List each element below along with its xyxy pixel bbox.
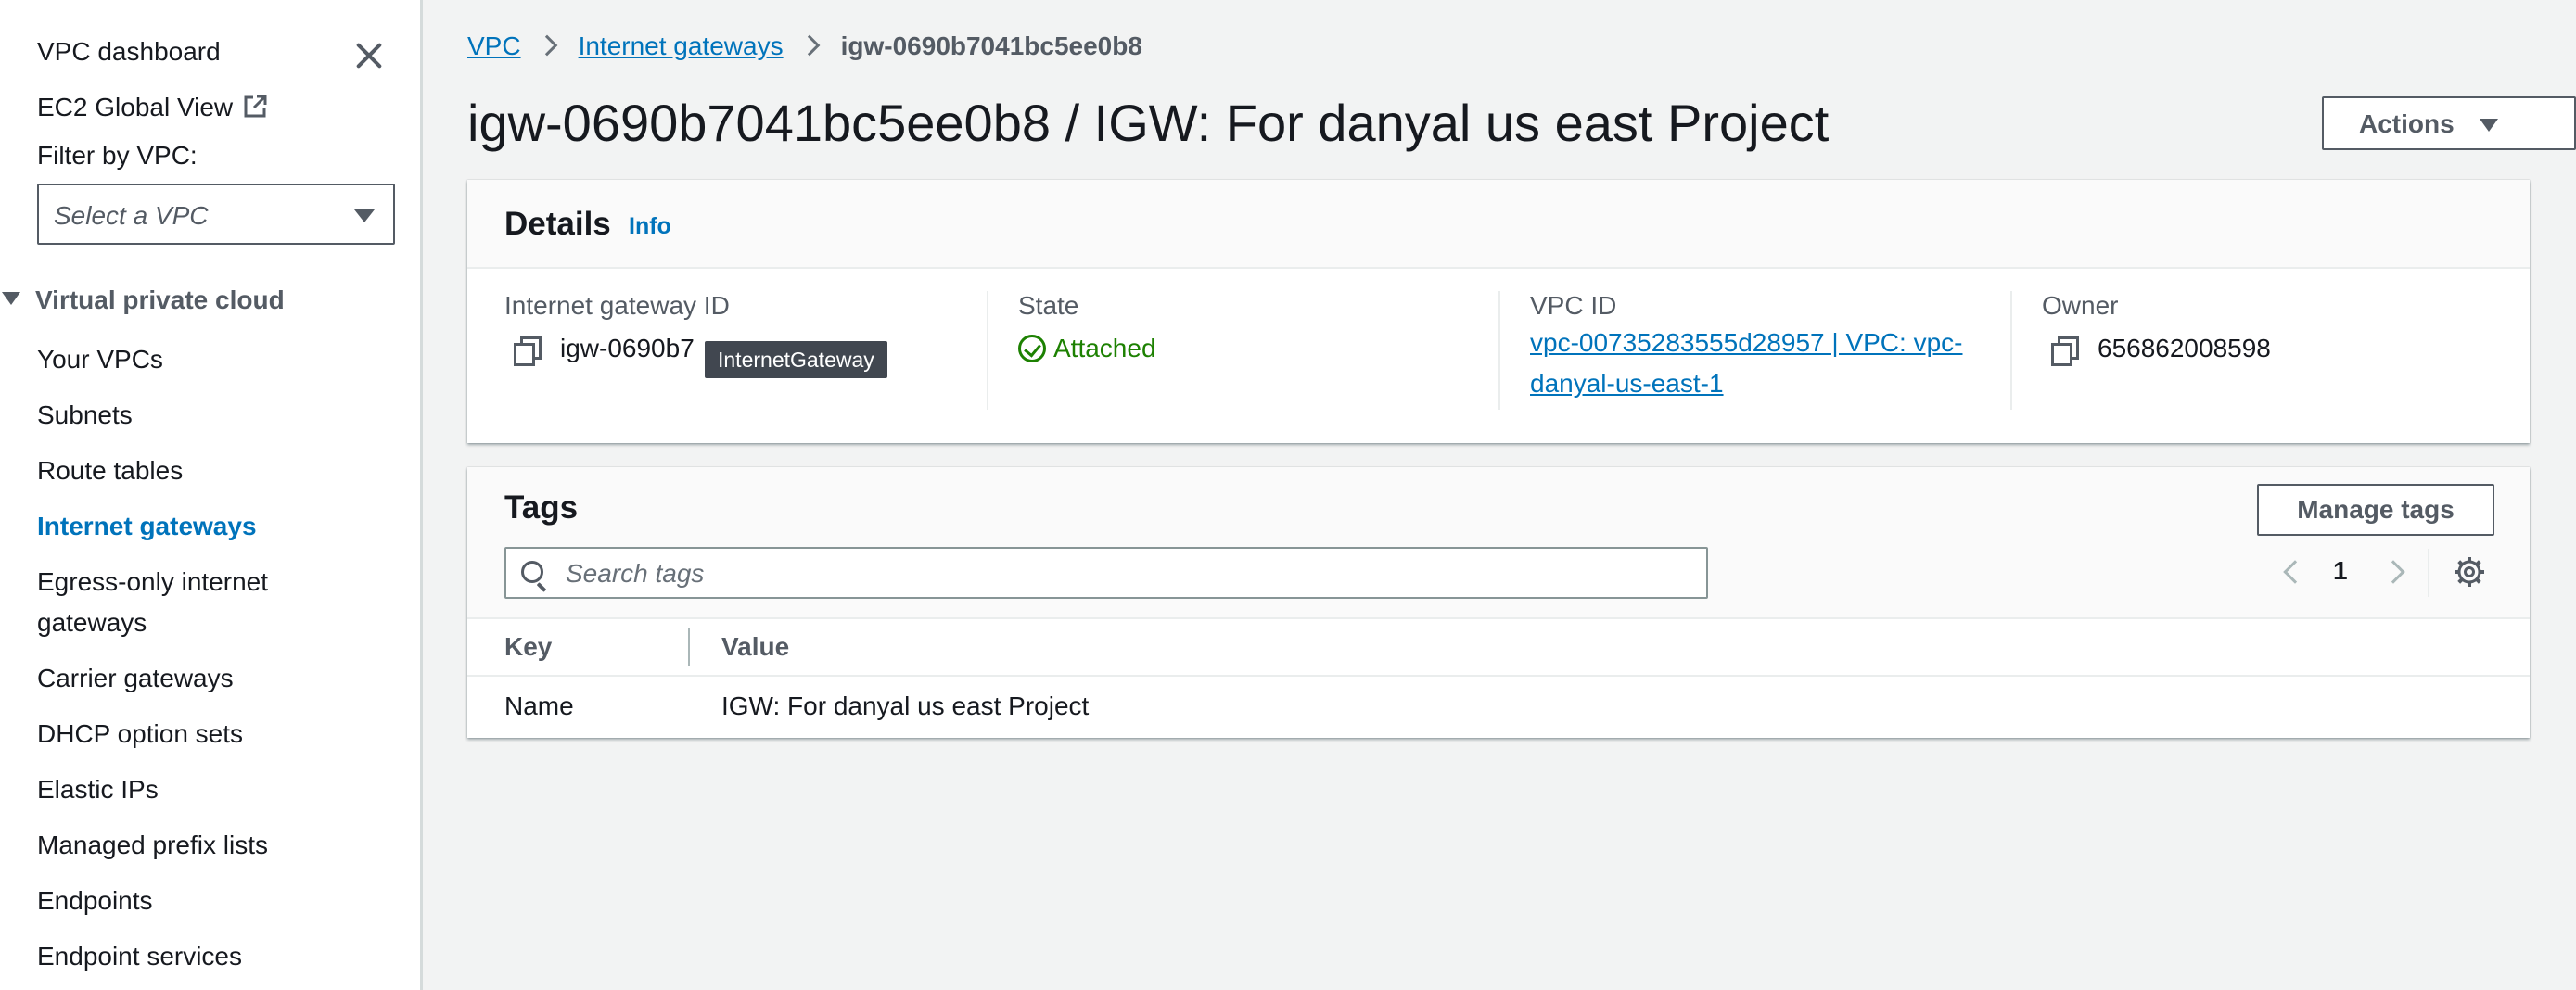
caret-down-icon <box>2 292 20 305</box>
caret-down-icon <box>354 209 375 222</box>
sidebar-item-endpoints[interactable]: Endpoints <box>37 886 153 916</box>
breadcrumb-vpc-link[interactable]: VPC <box>467 32 521 60</box>
sidebar-item-dhcp-option-sets[interactable]: DHCP option sets <box>37 719 243 749</box>
chevron-right-icon[interactable] <box>2381 560 2405 584</box>
sidebar-item-carrier-gateways[interactable]: Carrier gateways <box>37 664 234 693</box>
table-divider <box>467 675 2530 677</box>
chevron-right-icon <box>536 34 557 57</box>
external-link-icon <box>244 95 267 118</box>
table-cell-value: IGW: For danyal us east Project <box>721 692 1090 720</box>
check-circle-icon <box>1018 335 1046 362</box>
vpc-filter-placeholder: Select a VPC <box>54 201 209 230</box>
sidebar-section-label: Virtual private cloud <box>35 286 285 314</box>
vpc-id-label: VPC ID <box>1530 291 1617 320</box>
tooltip: InternetGateway <box>705 341 887 378</box>
sidebar-item-endpoint-services[interactable]: Endpoint services <box>37 942 242 971</box>
owner-label: Owner <box>2042 291 2119 320</box>
gear-icon[interactable] <box>2454 556 2485 588</box>
column-divider <box>2010 291 2012 410</box>
sidebar-item-your-vpcs[interactable]: Your VPCs <box>37 345 163 374</box>
column-divider <box>987 291 988 410</box>
column-header-value[interactable]: Value <box>721 632 789 662</box>
state-value: Attached <box>1053 334 1156 362</box>
sidebar-item-subnets[interactable]: Subnets <box>37 400 133 430</box>
tags-panel: Tags Manage tags 1 Key Value Name IGW: F… <box>467 467 2530 738</box>
owner-field: Owner 656862008598 <box>2042 291 2271 410</box>
info-link[interactable]: Info <box>629 213 671 240</box>
details-header: Details Info <box>467 180 2530 269</box>
breadcrumb: VPC Internet gateways igw-0690b7041bc5ee0b… <box>467 32 1142 61</box>
vpc-id-link-line1[interactable]: vpc-00735283555d28957 | VPC: vpc- <box>1530 323 1962 363</box>
vpc-id-link-line2[interactable]: danyal-us-east-1 <box>1530 363 1962 404</box>
column-resize-handle[interactable] <box>688 628 690 666</box>
sidebar-item-internet-gateways[interactable]: Internet gateways <box>37 512 257 541</box>
filter-by-vpc-label: Filter by VPC: <box>37 141 198 170</box>
vpc-id-field: VPC ID vpc-00735283555d28957 | VPC: vpc-… <box>1530 291 1962 410</box>
pager-divider <box>2428 549 2429 597</box>
sidebar-item-egress-only-internet-gateways-line2[interactable]: gateways <box>37 608 147 638</box>
vpc-id-link[interactable]: vpc-00735283555d28957 | VPC: vpc- danyal… <box>1530 323 1962 404</box>
sidebar-item-vpc-dashboard[interactable]: VPC dashboard <box>37 37 221 67</box>
details-title: Details <box>504 206 611 242</box>
manage-tags-button[interactable]: Manage tags <box>2257 484 2494 536</box>
actions-button-label: Actions <box>2359 109 2455 138</box>
table-cell-key: Name <box>504 692 574 720</box>
column-divider <box>1498 291 1500 410</box>
gateway-id-value: igw-0690b7 <box>560 334 695 362</box>
tags-header: Tags Manage tags 1 <box>467 467 2530 619</box>
sidebar-item-route-tables[interactable]: Route tables <box>37 456 183 486</box>
copy-icon[interactable] <box>514 336 542 366</box>
gateway-id-label: Internet gateway ID <box>504 291 730 320</box>
breadcrumb-current: igw-0690b7041bc5ee0b8 <box>840 32 1142 60</box>
gateway-id-value-row: igw-0690b7 <box>504 334 730 366</box>
vpc-filter-select[interactable]: Select a VPC <box>37 184 395 245</box>
sidebar: VPC dashboard EC2 Global View Filter by … <box>0 0 423 990</box>
status-badge: Attached <box>1018 334 1156 363</box>
sidebar-item-ec2-global-view[interactable]: EC2 Global View <box>37 93 268 122</box>
owner-value-row: 656862008598 <box>2042 334 2271 366</box>
chevron-left-icon[interactable] <box>2283 560 2307 584</box>
breadcrumb-internet-gateways-link[interactable]: Internet gateways <box>579 32 784 60</box>
sidebar-item-elastic-ips[interactable]: Elastic IPs <box>37 775 159 805</box>
details-panel: Details Info Internet gateway ID igw-069… <box>467 180 2530 443</box>
page-title: igw-0690b7041bc5ee0b8 / IGW: For danyal … <box>467 94 1830 152</box>
tags-title: Tags <box>504 489 579 526</box>
search-icon <box>521 561 543 583</box>
actions-button[interactable]: Actions <box>2322 96 2576 150</box>
owner-value: 656862008598 <box>2098 334 2271 362</box>
search-field[interactable] <box>504 547 1708 599</box>
sidebar-item-label: EC2 Global View <box>37 93 234 121</box>
page-number[interactable]: 1 <box>2333 556 2348 586</box>
sidebar-section-virtual-private-cloud[interactable]: Virtual private cloud <box>0 286 285 315</box>
state-field: State Attached <box>1018 291 1156 410</box>
caret-down-icon <box>2480 119 2498 132</box>
copy-icon[interactable] <box>2051 336 2079 366</box>
gateway-id-field: Internet gateway ID igw-0690b7 <box>504 291 730 410</box>
state-label: State <box>1018 291 1079 320</box>
chevron-right-icon <box>798 34 820 57</box>
sidebar-item-egress-only-internet-gateways[interactable]: Egress-only internet <box>37 567 268 597</box>
column-header-key[interactable]: Key <box>504 632 552 662</box>
sidebar-item-managed-prefix-lists[interactable]: Managed prefix lists <box>37 831 268 860</box>
close-icon[interactable] <box>351 37 388 74</box>
search-input[interactable] <box>566 557 1678 590</box>
